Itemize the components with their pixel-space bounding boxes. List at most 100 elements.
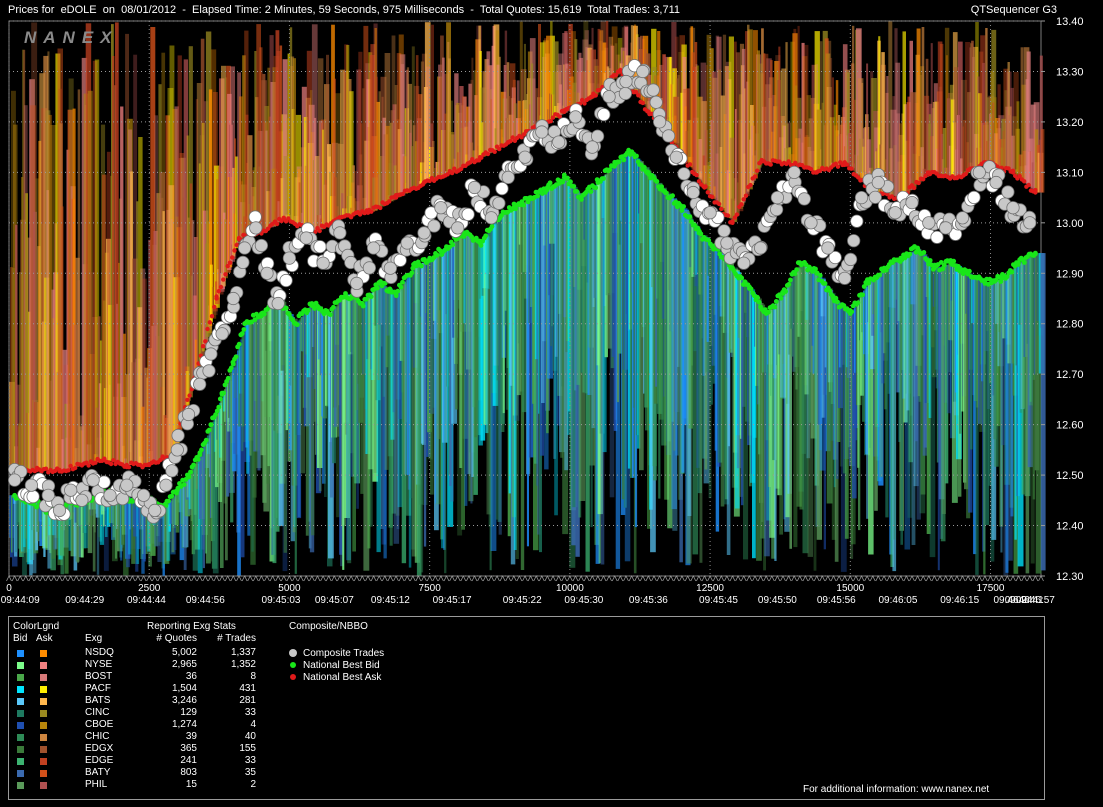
- x-minor-tick: [763, 575, 770, 582]
- x-minor-tick: [17, 575, 24, 582]
- x-seq-label: 17500: [977, 583, 1005, 594]
- series-point: [236, 235, 242, 241]
- series-point: [670, 193, 675, 199]
- x-time-label: 09:45:07: [315, 595, 354, 606]
- ask-swatch: [40, 650, 47, 657]
- x-minor-tick: [886, 575, 893, 582]
- trade-point: [362, 261, 376, 275]
- x-minor-tick: [796, 575, 803, 582]
- trade-point: [170, 443, 184, 457]
- x-minor-tick: [527, 575, 534, 582]
- x-minor-tick: [914, 575, 921, 582]
- y-tick-label: 12.90: [1056, 268, 1084, 280]
- trade-point: [461, 207, 475, 221]
- series-point: [1009, 269, 1015, 275]
- x-minor-tick: [494, 575, 500, 582]
- x-minor-tick: [320, 575, 326, 582]
- bid-column-header: Bid: [13, 633, 28, 644]
- bid-swatch: [17, 698, 24, 705]
- x-minor-tick: [309, 575, 315, 582]
- exchange-name: CHIC: [85, 731, 110, 742]
- series-point: [907, 251, 913, 257]
- series-point: [309, 301, 315, 306]
- series-point: [292, 321, 298, 327]
- series-point: [746, 286, 752, 291]
- quote-count: 5,002: [171, 647, 197, 658]
- trade-point: [26, 489, 40, 504]
- x-time-label: 09:44:56: [186, 595, 225, 606]
- series-point: [375, 285, 380, 291]
- x-minor-tick: [219, 575, 225, 582]
- bid-swatch: [17, 662, 24, 669]
- x-minor-tick: [135, 575, 141, 582]
- trade-point: [1006, 201, 1020, 215]
- series-point: [223, 272, 228, 277]
- x-minor-tick: [90, 575, 96, 582]
- series-point: [434, 252, 440, 258]
- bid-swatch: [17, 722, 24, 729]
- x-minor-tick: [348, 575, 354, 582]
- x-time-label: 09:45:36: [629, 595, 668, 606]
- x-minor-tick: [505, 575, 512, 582]
- series-point: [772, 304, 778, 310]
- x-minor-tick: [140, 575, 147, 582]
- series-point: [755, 168, 760, 173]
- trade-point: [797, 192, 811, 206]
- ask-swatch: [40, 746, 47, 753]
- bid-swatch: [17, 650, 24, 657]
- series-point: [562, 109, 567, 115]
- trade-point: [97, 475, 111, 489]
- series-point: [214, 296, 219, 301]
- x-time-label: 09:45:50: [758, 595, 797, 606]
- x-minor-tick: [785, 575, 792, 582]
- x-seq-label: 7500: [419, 583, 442, 594]
- x-minor-tick: [847, 575, 854, 582]
- x-minor-tick: [471, 575, 478, 582]
- series-point: [794, 267, 800, 272]
- trade-point: [989, 175, 1003, 190]
- trade-point: [417, 226, 431, 240]
- bid-swatch: [17, 746, 24, 753]
- x-minor-tick: [168, 575, 175, 582]
- exchange-name: CBOE: [85, 719, 114, 730]
- series-point: [343, 291, 348, 296]
- ask-swatch: [40, 782, 47, 789]
- trade-point: [972, 165, 986, 179]
- series-point: [963, 171, 968, 177]
- x-minor-tick: [73, 575, 80, 582]
- trade-point: [967, 190, 981, 204]
- series-point: [634, 153, 639, 159]
- ask-quote-bar: [471, 57, 474, 163]
- x-minor-tick: [701, 575, 708, 582]
- x-minor-tick: [757, 575, 764, 582]
- x-time-label: 09:44:29: [65, 595, 104, 606]
- series-point: [694, 172, 699, 178]
- series-point: [359, 301, 365, 306]
- series-point: [756, 299, 762, 305]
- x-minor-tick: [959, 575, 966, 582]
- series-point: [186, 472, 191, 478]
- x-minor-tick: [987, 575, 994, 582]
- series-point: [822, 281, 828, 286]
- series-point: [835, 164, 841, 169]
- x-minor-tick: [460, 575, 467, 582]
- trade-point: [646, 83, 660, 97]
- trade-point: [1001, 185, 1015, 199]
- series-point: [864, 281, 870, 286]
- trade-point: [75, 493, 89, 507]
- x-minor-tick: [1026, 575, 1033, 582]
- quote-count: 3,246: [171, 695, 197, 706]
- x-minor-tick: [224, 575, 231, 582]
- x-minor-tick: [163, 575, 169, 582]
- series-point: [739, 202, 744, 207]
- x-seq-label: 12500: [696, 583, 724, 594]
- series-point: [242, 321, 248, 327]
- trade-point: [717, 224, 731, 238]
- x-minor-tick: [690, 575, 697, 582]
- x-minor-tick: [146, 575, 153, 582]
- x-minor-tick: [353, 575, 360, 582]
- x-minor-tick: [247, 575, 254, 582]
- x-minor-tick: [1015, 575, 1022, 582]
- trade-count: 1,337: [230, 647, 256, 658]
- exchange-name: NYSE: [85, 659, 113, 670]
